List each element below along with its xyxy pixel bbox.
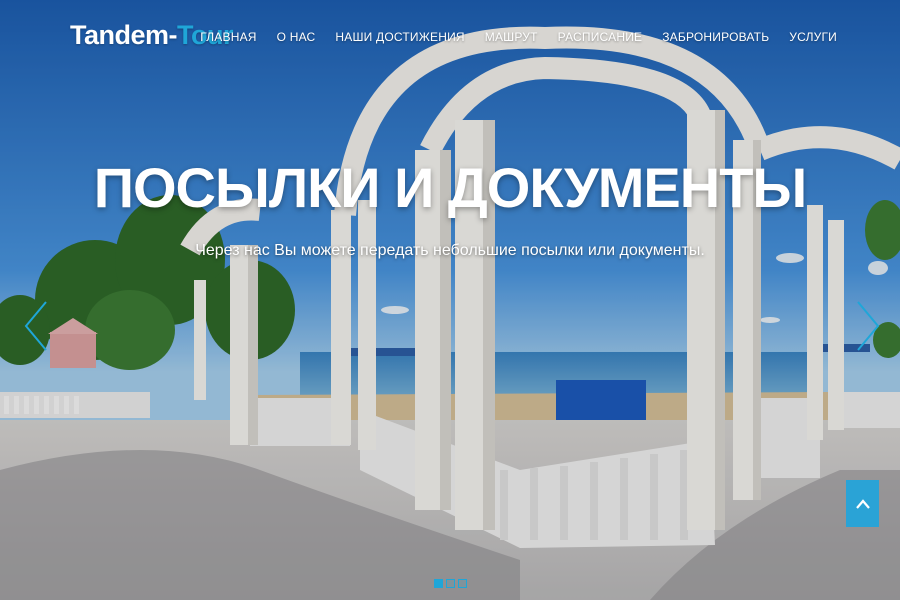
carousel-indicator-2[interactable] <box>445 579 455 588</box>
chevron-left-icon <box>24 301 47 351</box>
hero-carousel: Tandem-Tour ГЛАВНАЯ О НАС НАШИ ДОСТИЖЕНИ… <box>0 0 900 600</box>
nav-item-booking[interactable]: ЗАБРОНИРОВАТЬ <box>662 30 769 44</box>
hero-subtitle: Через нас Вы можете передать небольшие п… <box>195 242 705 259</box>
main-nav: ГЛАВНАЯ О НАС НАШИ ДОСТИЖЕНИЯ МАШРУТ РАС… <box>180 30 837 44</box>
carousel-next-button[interactable] <box>854 298 882 354</box>
nav-item-route[interactable]: МАШРУТ <box>485 30 538 44</box>
hero-title: ПОСЫЛКИ И ДОКУМЕНТЫ <box>93 156 808 219</box>
nav-item-services[interactable]: УСЛУГИ <box>789 30 837 44</box>
nav-item-home[interactable]: ГЛАВНАЯ <box>200 30 256 44</box>
hero-dim-overlay <box>0 0 900 600</box>
carousel-indicators <box>0 579 900 588</box>
logo-text-primary: Tandem- <box>70 20 178 50</box>
arrow-up-icon <box>855 498 870 509</box>
chevron-right-icon <box>857 301 880 351</box>
carousel-indicator-1[interactable] <box>433 579 443 588</box>
carousel-indicator-3[interactable] <box>457 579 467 588</box>
nav-item-achievements[interactable]: НАШИ ДОСТИЖЕНИЯ <box>335 30 464 44</box>
nav-item-about[interactable]: О НАС <box>277 30 316 44</box>
carousel-prev-button[interactable] <box>22 298 50 354</box>
back-to-top-button[interactable] <box>846 480 879 527</box>
nav-item-schedule[interactable]: РАСПИСАНИЕ <box>558 30 643 44</box>
